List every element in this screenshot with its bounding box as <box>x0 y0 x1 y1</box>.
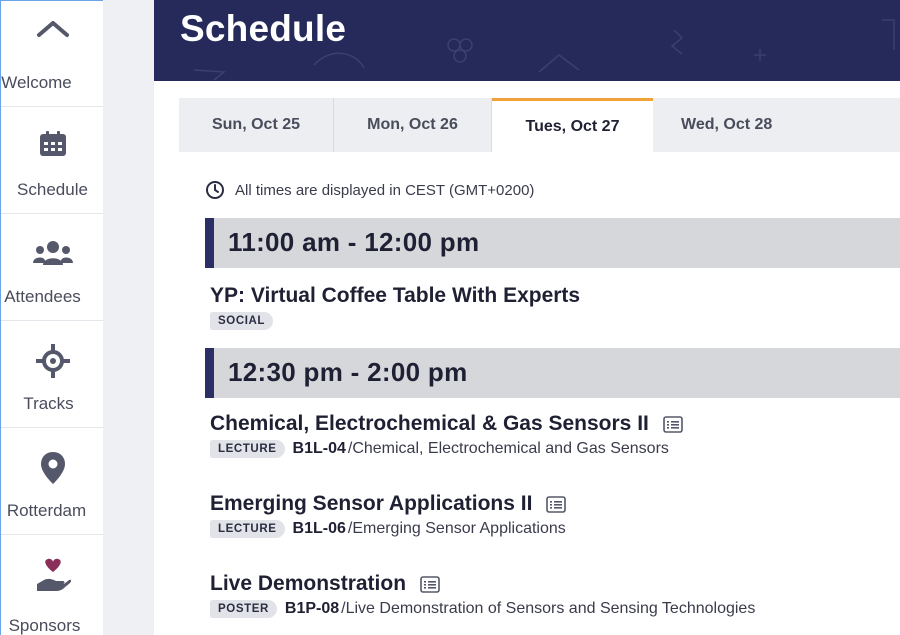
time-slot-header: 11:00 am - 12:00 pm <box>205 218 900 268</box>
time-slot-label: 12:30 pm - 2:00 pm <box>228 357 468 387</box>
details-list-icon[interactable] <box>546 495 567 513</box>
sidebar-item-rotterdam[interactable]: Rotterdam <box>1 429 104 535</box>
details-list-icon[interactable] <box>663 415 683 433</box>
session-item[interactable]: Chemical, Electrochemical & Gas Sensors … <box>210 412 900 458</box>
sidebar-item-welcome[interactable]: Welcome <box>1 1 104 107</box>
details-list-icon[interactable] <box>420 575 440 593</box>
home-icon <box>1 19 104 51</box>
hand-heart-icon <box>1 558 104 591</box>
sidebar-item-label: Tracks <box>23 394 74 413</box>
sidebar-item-schedule[interactable]: Schedule <box>1 108 104 214</box>
crosshair-icon <box>1 344 104 378</box>
session-type-badge: POSTER <box>210 600 277 618</box>
time-slot-label: 11:00 am - 12:00 pm <box>228 227 480 257</box>
session-title-text[interactable]: Emerging Sensor Applications II <box>210 492 532 516</box>
session-code: B1L-06 <box>292 520 346 537</box>
session-title[interactable]: Emerging Sensor Applications II <box>210 492 900 516</box>
session-title-text[interactable]: Live Demonstration <box>210 572 406 596</box>
sidebar-item-label: Schedule <box>17 180 88 199</box>
session-code: B1L-04 <box>292 440 346 457</box>
session-meta: LECTURE B1L-04 /Chemical, Electrochemica… <box>210 440 900 458</box>
session-meta: POSTER B1P-08 /Live Demonstration of Sen… <box>210 600 900 618</box>
session-type-badge: LECTURE <box>210 520 285 538</box>
session-meta: SOCIAL <box>210 312 900 330</box>
session-title[interactable]: YP: Virtual Coffee Table With Experts <box>210 284 900 308</box>
session-item[interactable]: Live Demonstration POSTER B1P-08 /Live D… <box>210 572 900 618</box>
sidebar-nav: Welcome Schedule Attendees Tracks Rotter… <box>0 0 104 635</box>
timezone-note: All times are displayed in CEST (GMT+020… <box>205 180 534 200</box>
tab-sun-oct-25[interactable]: Sun, Oct 25 <box>179 98 334 152</box>
clock-icon <box>206 181 224 199</box>
sidebar-item-label: Welcome <box>1 73 72 92</box>
session-type-badge: LECTURE <box>210 440 285 458</box>
sidebar-item-attendees[interactable]: Attendees <box>1 215 104 321</box>
sidebar-item-label: Attendees <box>4 287 81 306</box>
sidebar-backdrop <box>103 0 154 635</box>
calendar-icon <box>1 130 104 162</box>
session-title[interactable]: Chemical, Electrochemical & Gas Sensors … <box>210 412 900 436</box>
map-pin-icon <box>1 451 104 484</box>
session-track: /Live Demonstration of Sensors and Sensi… <box>341 600 756 617</box>
session-title-text[interactable]: Chemical, Electrochemical & Gas Sensors … <box>210 412 649 436</box>
sidebar-item-label: Rotterdam <box>6 501 87 520</box>
session-title-text[interactable]: YP: Virtual Coffee Table With Experts <box>210 284 580 308</box>
timezone-text: All times are displayed in CEST (GMT+020… <box>235 181 535 199</box>
page-header: Schedule <box>154 0 900 81</box>
page-title: Schedule <box>180 8 347 49</box>
session-track: /Emerging Sensor Applications <box>347 520 566 537</box>
tab-wed-oct-28[interactable]: Wed, Oct 28 <box>653 98 900 152</box>
sidebar-item-tracks[interactable]: Tracks <box>1 322 104 428</box>
sidebar-item-label: Sponsors <box>8 616 81 635</box>
people-icon <box>1 239 104 271</box>
session-type-badge: SOCIAL <box>210 312 274 330</box>
day-tabs: Sun, Oct 25 Mon, Oct 26 Tues, Oct 27 Wed… <box>179 98 900 152</box>
session-item[interactable]: YP: Virtual Coffee Table With Experts SO… <box>210 284 900 330</box>
time-slot-header: 12:30 pm - 2:00 pm <box>205 348 900 398</box>
session-title[interactable]: Live Demonstration <box>210 572 900 596</box>
tab-tues-oct-27[interactable]: Tues, Oct 27 <box>492 98 653 152</box>
session-item[interactable]: Emerging Sensor Applications II LECTURE … <box>210 492 900 538</box>
tab-mon-oct-26[interactable]: Mon, Oct 26 <box>334 98 492 152</box>
sidebar-item-sponsors[interactable]: Sponsors <box>1 536 104 635</box>
session-meta: LECTURE B1L-06 /Emerging Sensor Applicat… <box>210 520 900 538</box>
session-track: /Chemical, Electrochemical and Gas Senso… <box>347 440 669 457</box>
session-code: B1P-08 <box>284 600 340 617</box>
